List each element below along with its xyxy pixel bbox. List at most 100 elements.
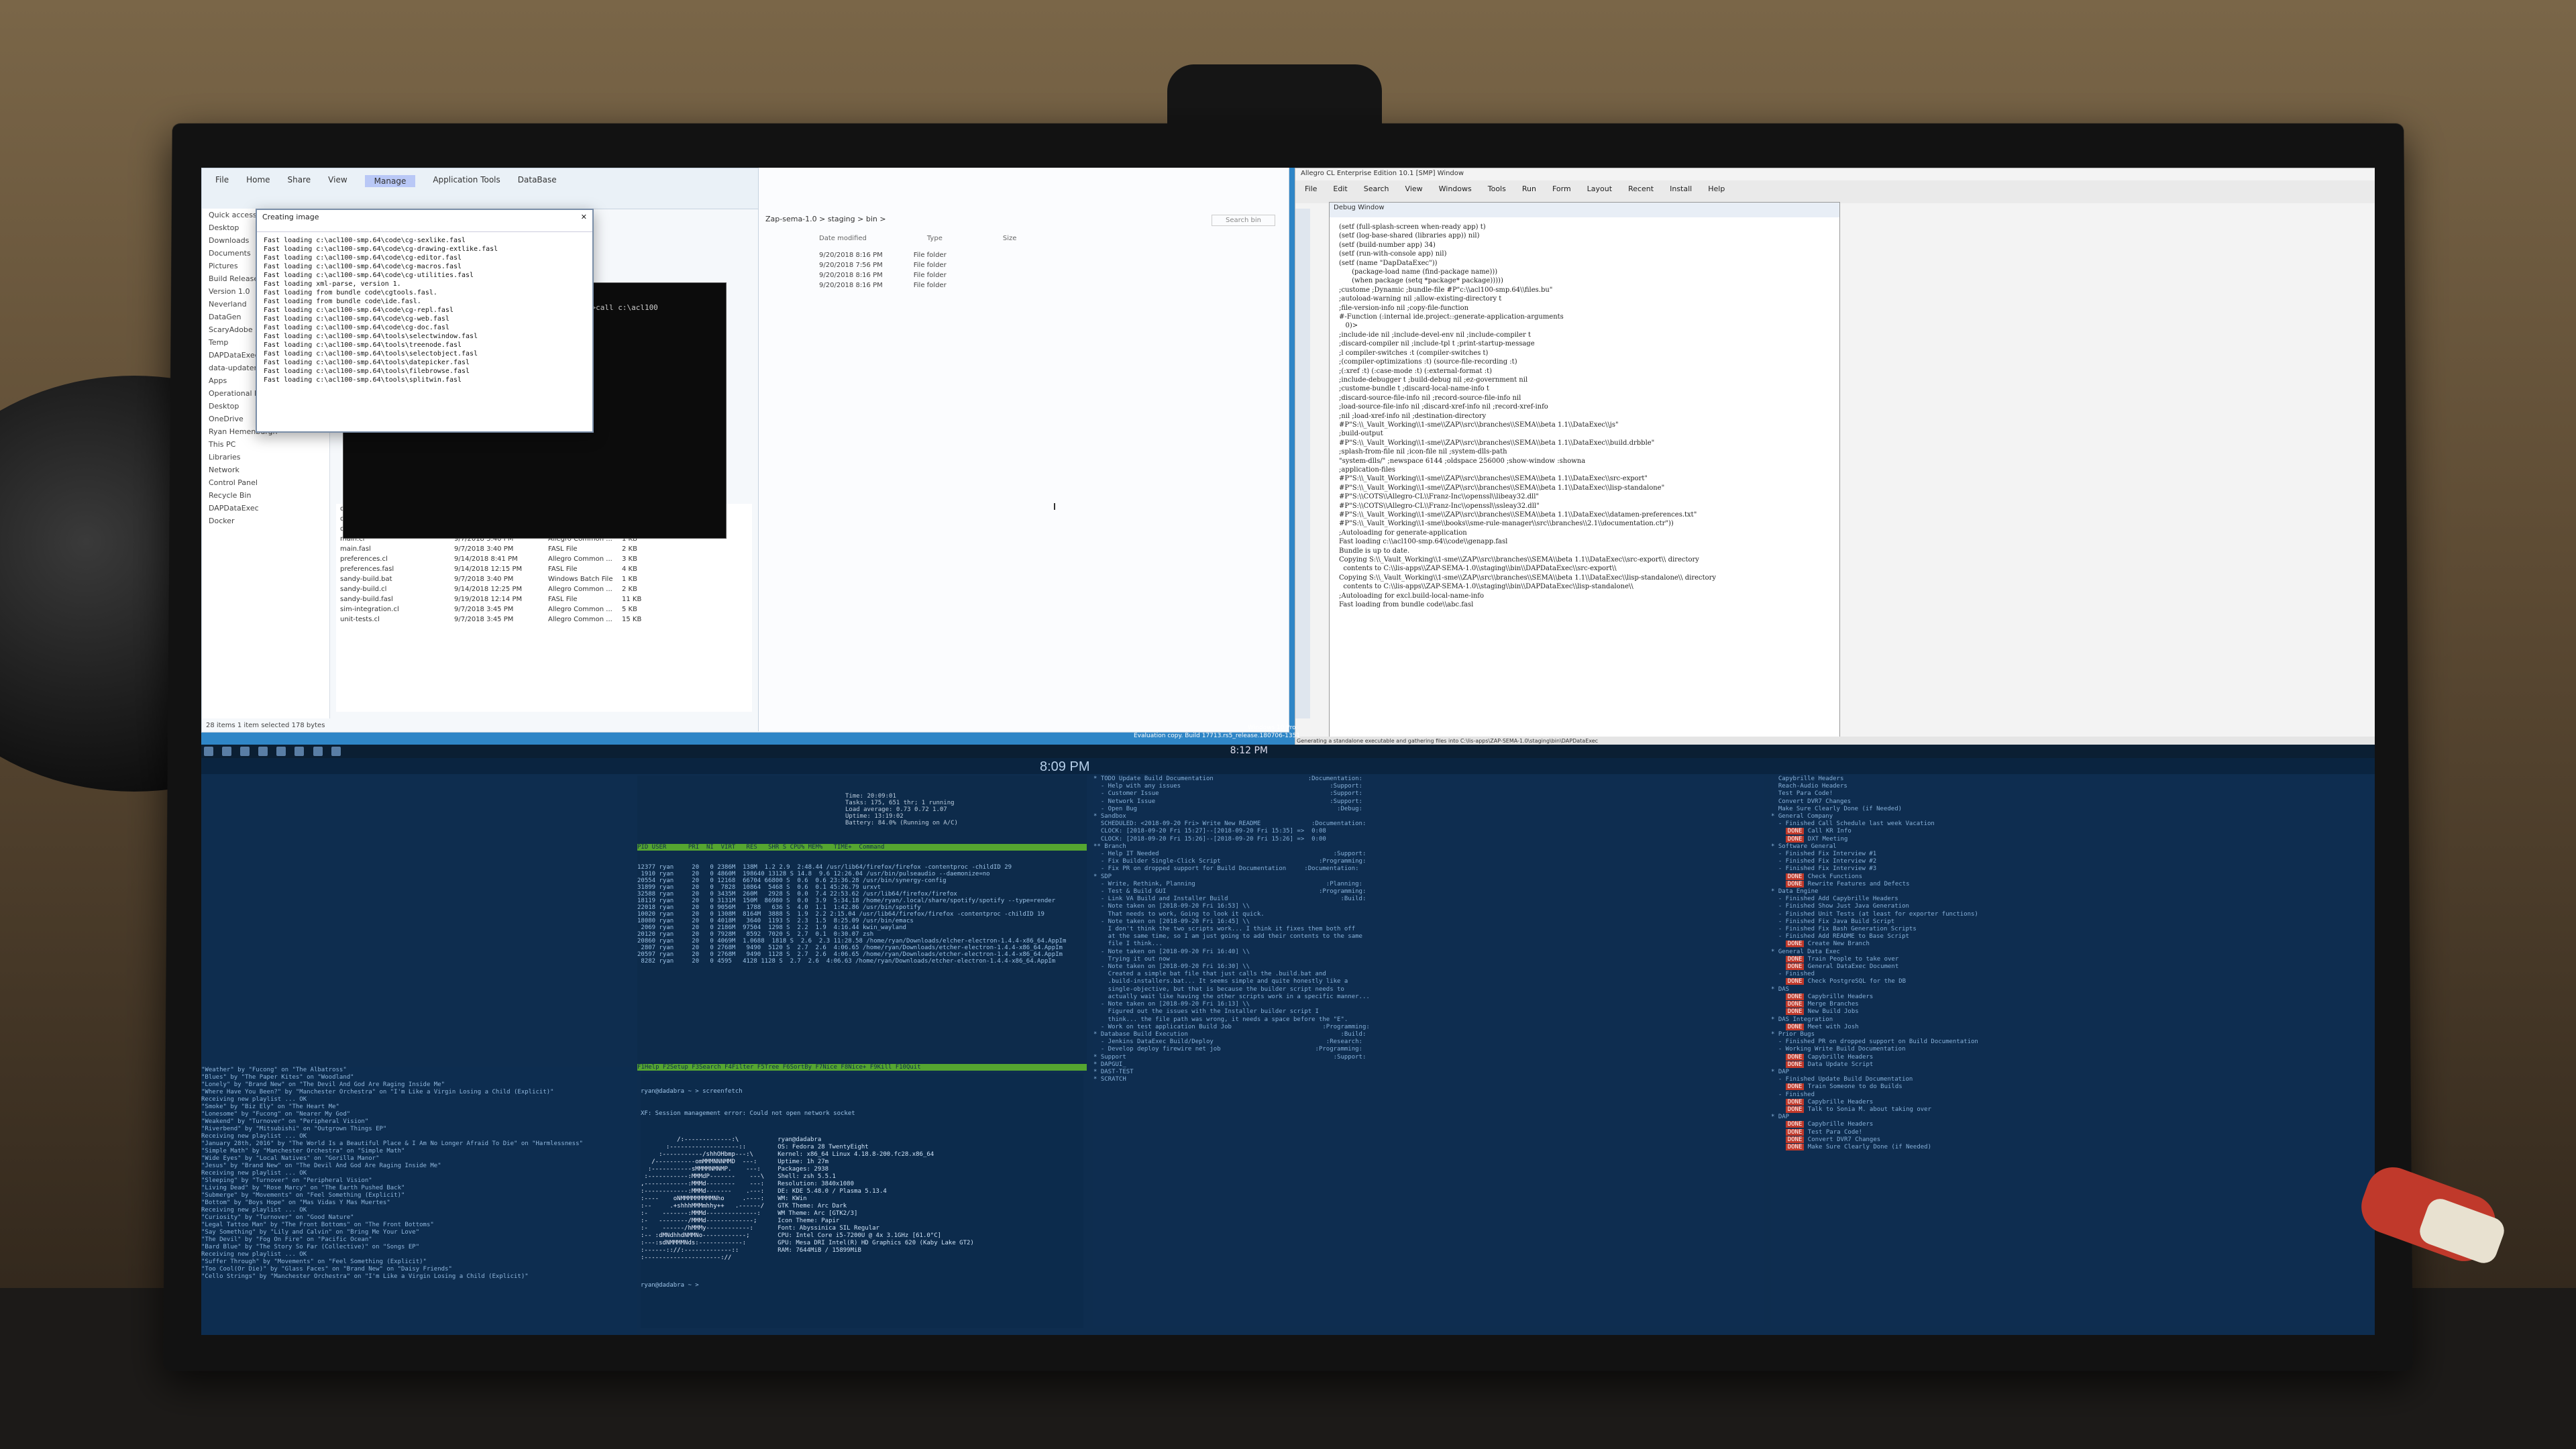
file-row[interactable]: sandy-build.bat 9/7/2018 3:40 PM Windows B… (336, 574, 752, 584)
ribbon-tab[interactable]: File (215, 175, 229, 187)
process-row[interactable]: 20597 ryan 20 0 2768M 9490 1128 S 2.7 2.… (637, 951, 1087, 958)
menu-item[interactable]: Edit (1333, 184, 1347, 199)
folder-row[interactable]: 9/20/2018 8:16 PM File folder (819, 252, 947, 259)
nav-item[interactable]: Libraries (202, 451, 329, 464)
file-row[interactable]: sandy-build.cl 9/14/2018 12:25 PM Allegro … (336, 584, 752, 594)
column-header[interactable]: Type (927, 235, 943, 242)
process-row[interactable]: 1910 ryan 20 0 4860M 198640 13128 S 14.8… (637, 871, 1087, 877)
folder-row[interactable]: 9/20/2018 8:16 PM File folder (819, 272, 947, 279)
menu-item[interactable]: View (1405, 184, 1423, 199)
terminal-prompt[interactable]: ryan@dadabra ~ > (641, 1282, 1083, 1289)
nav-item[interactable]: DAPDataExec (202, 502, 329, 515)
process-row[interactable]: 18080 ryan 20 0 4018M 3640 1193 S 2.3 1.… (637, 918, 1087, 924)
menu-item[interactable]: Help (1708, 184, 1725, 199)
todo-line: * DAS (1771, 985, 1790, 993)
menu-item[interactable]: Windows (1439, 184, 1472, 199)
org-mode-todo[interactable]: Capybrille Headers Reach-Audio Headers T… (1771, 775, 2375, 1326)
menu-item[interactable]: Form (1552, 184, 1571, 199)
explorer-icon[interactable] (258, 747, 268, 756)
org-line: * DAPGUI_ (1093, 1061, 1126, 1068)
org-line: SCHEDULED: <2018-09-20 Fri> Write New RE… (1093, 820, 1366, 828)
listener-output: (setf (full-splash-screen when-ready app… (1330, 217, 1839, 724)
nav-item[interactable]: Docker (202, 515, 329, 527)
ribbon-tab[interactable]: Application Tools (433, 175, 500, 187)
start-icon[interactable] (204, 747, 213, 756)
nav-item[interactable]: Recycle Bin (202, 489, 329, 502)
todo-line: - Finished Call Schedule last week Vacat… (1771, 820, 1935, 828)
process-row[interactable]: 18119 ryan 20 0 3131M 150M 86980 S 0.0 3… (637, 898, 1087, 904)
ribbon-tab[interactable]: Manage (364, 175, 416, 187)
menu-item[interactable]: File (1305, 184, 1317, 199)
address-bar[interactable]: Zap-sema-1.0 > staging > bin > (765, 215, 886, 223)
process-row[interactable]: 2807 ryan 20 0 2768M 9490 5120 S 2.7 2.6… (637, 945, 1087, 951)
linux-panel: 8:09 PM (201, 758, 2375, 774)
process-row[interactable]: 20120 ryan 20 0 7928M 8592 7020 S 2.7 0.… (637, 931, 1087, 938)
file-row[interactable]: preferences.cl 9/14/2018 8:41 PM Allegro C… (336, 554, 752, 564)
app-icon[interactable] (294, 747, 305, 756)
file-row[interactable]: sim-integration.cl 9/7/2018 3:45 PM Allegr… (336, 604, 752, 614)
nav-item[interactable]: Control Panel (202, 476, 329, 489)
code-line: #P"S:\\COTS\\Allegro-CL\\Franz-Inc\\open… (1339, 493, 1540, 501)
info-line: GPU: Mesa DRI Intel(R) HD Graphics 620 (… (777, 1240, 974, 1246)
search-input[interactable]: Search bin (1212, 215, 1275, 226)
log-line: Fast loading c:\acl100-smp.64\code\cg-we… (264, 315, 449, 323)
process-row[interactable]: 8282 ryan 20 0 4595 4128 1128 S 2.7 2.6 … (637, 958, 1087, 965)
file-name: preferences.fasl (340, 566, 394, 573)
org-line: * Support :Support: (1093, 1053, 1366, 1061)
org-line: * Sandbox (1093, 813, 1126, 820)
close-icon[interactable]: ✕ (581, 213, 587, 229)
menu-item[interactable]: Run (1522, 184, 1536, 199)
ribbon-tab[interactable]: View (328, 175, 347, 187)
menu-item[interactable]: Install (1670, 184, 1692, 199)
todo-line: * DAP (1771, 1068, 1790, 1075)
org-line: - Link VA Build and Installer Build :Bui… (1093, 896, 1366, 903)
menu-item[interactable]: Search (1364, 184, 1389, 199)
process-row[interactable]: 20860 ryan 20 0 4069M 1.0688 1818 S 2.6 … (637, 938, 1087, 945)
column-header[interactable]: Date modified (819, 235, 867, 242)
menu-item[interactable]: Tools (1488, 184, 1506, 199)
nav-item[interactable]: Network (202, 464, 329, 476)
folder-row[interactable]: 9/20/2018 7:56 PM File folder (819, 262, 947, 269)
app-icon[interactable] (331, 747, 341, 756)
process-row[interactable]: 12377 ryan 20 0 2386M 138M 1.2 2.9 2:48.… (637, 864, 1087, 871)
column-header[interactable]: Size (1003, 235, 1017, 242)
org-line: - Fix PR on dropped support for Build Do… (1093, 865, 1359, 873)
todo-line: Capybrille Headers (1771, 775, 1844, 782)
process-row[interactable]: 22018 ryan 20 0 9056M 1788 636 S 4.0 1.1… (637, 904, 1087, 911)
file-type: Allegro Common ... (548, 586, 612, 593)
org-line: - Note taken on [2018-09-20 Fri 16:13] \… (1093, 1001, 1250, 1008)
ribbon-context-label: DataBase (517, 175, 557, 184)
info-line: CPU: Intel Core i5-7200U @ 4x 3.1GHz [61… (777, 1232, 942, 1239)
file-type: FASL File (548, 566, 578, 573)
process-row[interactable]: 20554 ryan 20 0 12168 66704 66800 S 0.6 … (637, 877, 1087, 884)
process-row[interactable]: 10020 ryan 20 0 1308M 8164M 3888 S 1.9 2… (637, 911, 1087, 918)
track-line: "Jesus" by "Brand New" on "The Devil And… (201, 1163, 441, 1169)
process-row[interactable]: 31899 ryan 20 0 7828 10864 5468 S 0.6 0.… (637, 884, 1087, 891)
music-player-log[interactable]: "Weather" by "Fucong" on "The Albatross"… (201, 1067, 637, 1335)
file-row[interactable]: unit-tests.cl 9/7/2018 3:45 PM Allegro Com… (336, 614, 752, 625)
file-name: sandy-build.fasl (340, 596, 393, 603)
process-row[interactable]: 2069 ryan 20 0 2186M 97504 1298 S 2.2 1.… (637, 924, 1087, 931)
todo-line: - Finished Unit Tests (at least for expo… (1771, 910, 1978, 918)
org-mode-notes[interactable]: * TODO Update Build Documentation :Docum… (1093, 775, 1764, 1326)
taskview-icon[interactable] (222, 747, 232, 756)
log-line: Fast loading c:\acl100-smp.64\tools\tree… (264, 341, 462, 349)
ribbon-tab[interactable]: Home (246, 175, 270, 187)
terminal-icon[interactable] (276, 747, 286, 756)
track-line: "Wide Eyes" by "Local Natives" on "Goril… (201, 1155, 380, 1162)
done-badge: DONE (1785, 880, 1805, 888)
nav-item[interactable]: This PC (202, 438, 329, 451)
screenfetch-terminal[interactable]: ryan@dadabra ~ > screenfetch XF: Session… (641, 1073, 1083, 1328)
folder-row[interactable]: 9/20/2018 8:16 PM File folder (819, 282, 947, 289)
app-icon[interactable] (313, 747, 323, 756)
process-row[interactable]: 32588 ryan 20 0 3435M 260M 2928 S 0.0 7.… (637, 891, 1087, 898)
file-row[interactable]: preferences.fasl 9/14/2018 12:15 PM FASL F… (336, 564, 752, 574)
menu-item[interactable]: Recent (1628, 184, 1654, 199)
file-row[interactable]: main.fasl 9/7/2018 3:40 PM FASL File 2 KB (336, 544, 752, 554)
chrome-icon[interactable] (240, 747, 250, 756)
htop-pane[interactable]: Time: 20:09:01 Tasks: 175, 651 thr; 1 run… (637, 775, 1087, 1071)
ribbon-tab[interactable]: Share (288, 175, 311, 187)
menu-item[interactable]: Layout (1587, 184, 1612, 199)
file-row[interactable]: sandy-build.fasl 9/19/2018 12:14 PM FASL F… (336, 594, 752, 604)
folder-date: 9/20/2018 8:16 PM (819, 272, 883, 279)
